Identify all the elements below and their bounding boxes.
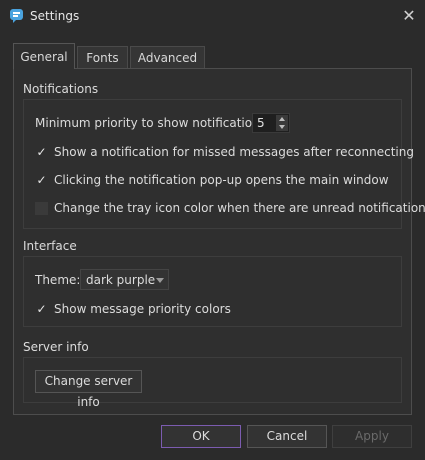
tray-icon-color-label: Change the tray icon color when there ar… [54, 201, 425, 215]
close-icon[interactable]: ✕ [398, 6, 420, 26]
spin-up-icon[interactable] [279, 117, 285, 121]
title-bar: Settings ✕ [0, 0, 425, 32]
ok-button[interactable]: OK [161, 425, 241, 448]
theme-label: Theme: [35, 273, 81, 287]
cancel-button[interactable]: Cancel [247, 425, 327, 448]
missed-messages-label: Show a notification for missed messages … [54, 145, 414, 159]
chat-bubble-icon [10, 9, 23, 23]
min-priority-label: Minimum priority to show notifications: [35, 116, 271, 130]
min-priority-value: 5 [257, 116, 265, 130]
priority-colors-checkbox[interactable]: ✓ [35, 303, 48, 316]
apply-button[interactable]: Apply [332, 425, 412, 448]
theme-select[interactable]: dark purple [80, 269, 169, 290]
popup-opens-window-label: Clicking the notification pop-up opens t… [54, 173, 389, 187]
tab-advanced[interactable]: Advanced [130, 46, 205, 68]
window-title: Settings [30, 9, 80, 23]
tab-fonts[interactable]: Fonts [77, 46, 128, 68]
popup-opens-window-checkbox[interactable]: ✓ [35, 174, 48, 187]
missed-messages-checkbox[interactable]: ✓ [35, 146, 48, 159]
tab-general[interactable]: General [13, 43, 75, 69]
tray-icon-color-checkbox[interactable] [35, 202, 48, 215]
spin-down-icon[interactable] [279, 125, 285, 129]
interface-group [23, 256, 402, 327]
interface-section-title: Interface [23, 239, 77, 253]
priority-colors-label: Show message priority colors [54, 302, 231, 316]
change-server-info-button[interactable]: Change server info [35, 370, 142, 409]
server-info-section-title: Server info [23, 340, 89, 354]
min-priority-spinbox[interactable]: 5 [252, 113, 290, 133]
spinbox-arrows[interactable] [276, 115, 288, 131]
chevron-down-icon [156, 278, 164, 283]
theme-value: dark purple [86, 273, 156, 287]
notifications-section-title: Notifications [23, 82, 99, 96]
